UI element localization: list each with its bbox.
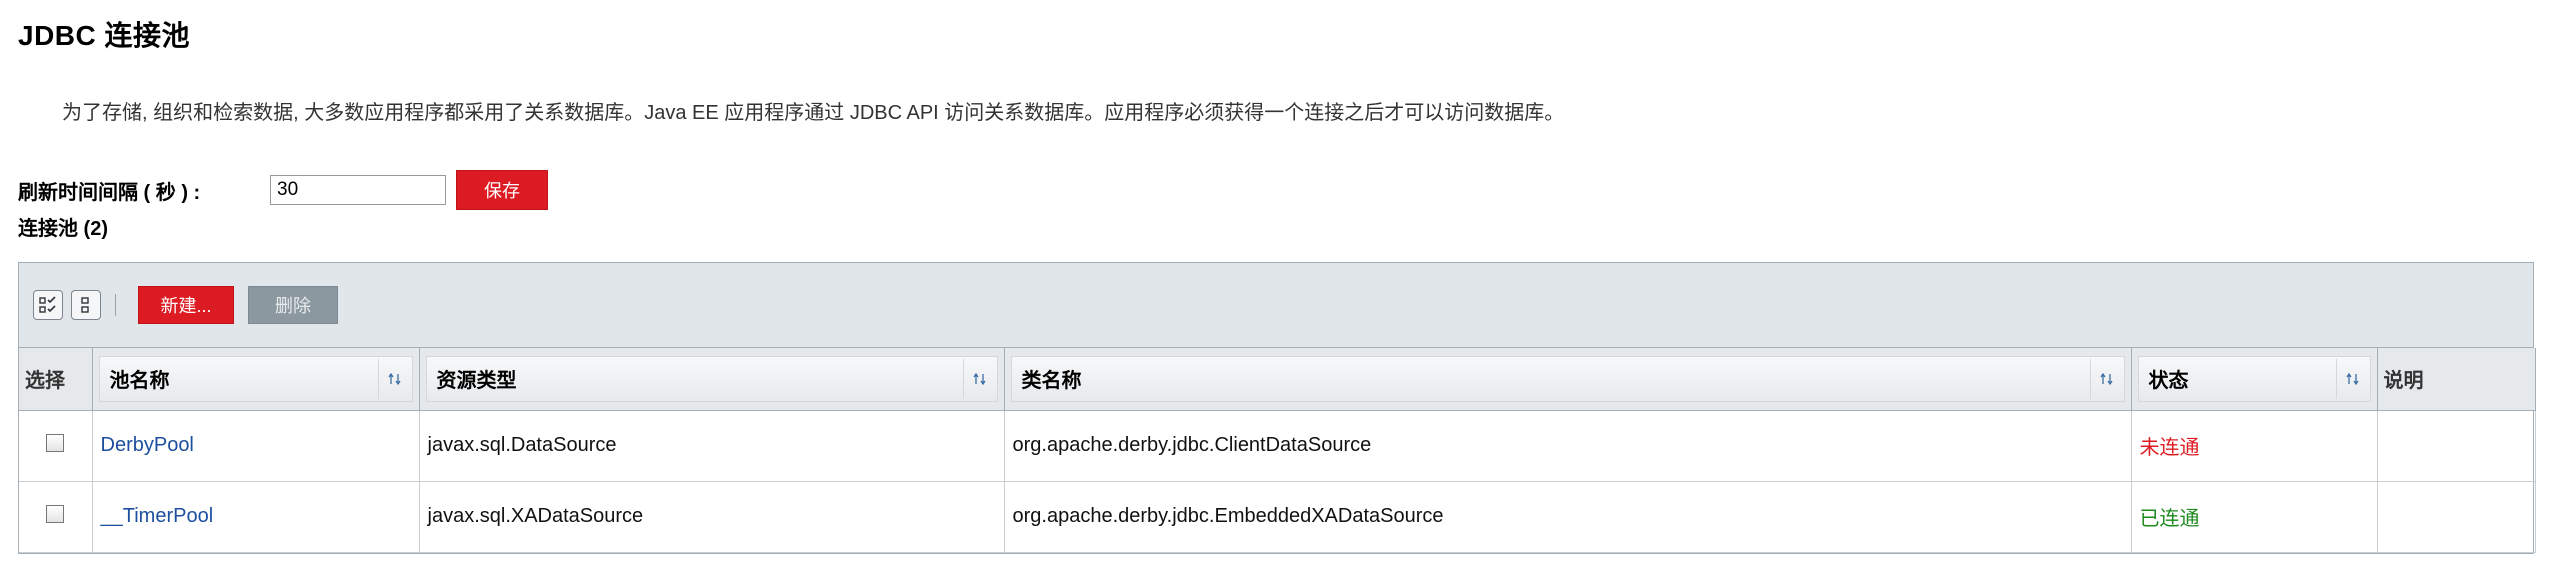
sort-icon[interactable] [2335,358,2370,399]
deselect-all-icon[interactable] [71,290,101,320]
page: JDBC 连接池 为了存储, 组织和检索数据, 大多数应用程序都采用了关系数据库… [0,0,2560,570]
select-all-icon[interactable] [33,290,63,320]
delete-pool-button[interactable]: 删除 [248,286,338,324]
status-text: 已连通 [2139,508,2200,530]
column-header-status-label: 状态 [2148,370,2189,393]
refresh-interval-label: 刷新时间间隔 ( 秒 ) : [18,181,201,204]
page-description: 为了存储, 组织和检索数据, 大多数应用程序都采用了关系数据库。Java EE … [62,102,1565,124]
column-header-resource-type-label: 资源类型 [436,370,517,393]
status-text: 未连通 [2139,437,2200,459]
description-cell [2377,410,2536,482]
row-select-cell [19,481,93,553]
table-toolbar: 新建... 删除 [19,263,2533,348]
status-cell: 已连通 [2131,481,2378,553]
page-title: JDBC 连接池 [18,20,191,51]
pool-name-link[interactable]: __TimerPool [101,505,214,527]
resource-type-cell: javax.sql.XADataSource [419,481,1005,553]
save-button[interactable]: 保存 [456,170,548,210]
column-header-class-name-label: 类名称 [1021,370,1082,393]
column-header-status: 状态 [2131,348,2378,411]
column-header-pool-name-label: 池名称 [109,370,170,393]
table-header-row: 选择 池名称 资源类型 类名称 状态 说明 [19,348,2536,411]
pool-name-cell: DerbyPool [92,410,420,482]
pool-count-heading: 连接池 (2) [18,218,108,240]
class-name-cell: org.apache.derby.jdbc.ClientDataSource [1004,410,2132,482]
column-header-pool-name: 池名称 [92,348,420,411]
row-checkbox[interactable] [45,504,64,523]
column-header-description: 说明 [2377,348,2536,411]
toolbar-separator [115,294,116,316]
status-cell: 未连通 [2131,410,2378,482]
refresh-interval-input[interactable] [270,175,446,205]
refresh-interval-row: 刷新时间间隔 ( 秒 ) : 保存 [18,170,548,210]
new-pool-button[interactable]: 新建... [138,286,234,324]
row-checkbox[interactable] [45,433,64,452]
resource-type-cell: javax.sql.DataSource [419,410,1005,482]
column-header-resource-type: 资源类型 [419,348,1005,411]
sort-icon[interactable] [2089,358,2124,399]
sort-icon[interactable] [962,358,997,399]
sort-icon[interactable] [377,358,412,399]
pool-name-link[interactable]: DerbyPool [101,434,194,456]
description-cell [2377,481,2536,553]
row-select-cell [19,410,93,482]
pool-name-cell: __TimerPool [92,481,420,553]
column-header-select-label: 选择 [25,370,65,393]
table-row: DerbyPool javax.sql.DataSource org.apach… [19,410,2536,482]
pool-table: 选择 池名称 资源类型 类名称 状态 说明 DerbyPool javax.sq… [19,348,2536,553]
column-header-class-name: 类名称 [1004,348,2132,411]
table-row: __TimerPool javax.sql.XADataSource org.a… [19,481,2536,553]
column-header-select: 选择 [19,348,93,411]
pool-table-frame: 新建... 删除 选择 池名称 资源类型 类名称 状态 说明 DerbyPool… [18,262,2536,554]
column-header-description-label: 说明 [2383,370,2424,393]
class-name-cell: org.apache.derby.jdbc.EmbeddedXADataSour… [1004,481,2132,553]
